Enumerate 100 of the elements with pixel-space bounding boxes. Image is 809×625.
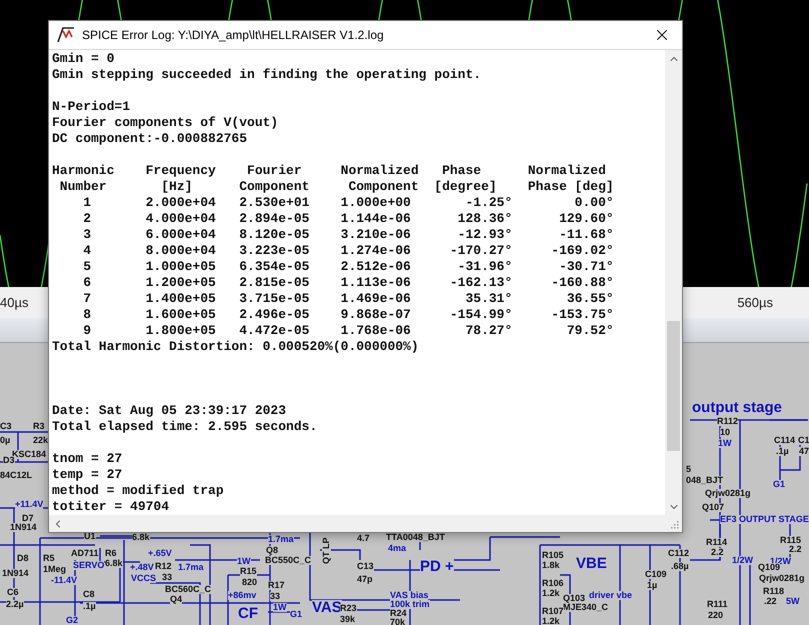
schematic-label: G1 bbox=[773, 480, 786, 489]
schematic-label: 33 bbox=[270, 592, 280, 601]
schematic-label: R115 bbox=[780, 536, 802, 545]
schematic-label: D3 bbox=[3, 456, 15, 465]
log-line: 9 1.800e+05 4.472e-05 1.768e-06 78.27° 79.52° bbox=[82, 323, 615, 339]
schematic-label: +11.4V bbox=[15, 500, 44, 509]
schematic-label: QT LP bbox=[322, 538, 331, 564]
axis-label: 560µs bbox=[737, 295, 773, 310]
schematic-label: 1µ bbox=[647, 581, 658, 590]
schematic-label: 048_BJT bbox=[686, 476, 724, 485]
log-line: 3 6.000e+04 8.120e-05 3.210e-06 -12.93° -11.68° bbox=[82, 227, 615, 243]
schematic-label: R12 bbox=[155, 562, 172, 571]
log-line: method = modified trap bbox=[52, 483, 225, 499]
schematic-label: 5 bbox=[686, 465, 692, 474]
schematic-label: 33 bbox=[162, 573, 172, 582]
schematic-label: +.48V bbox=[130, 563, 154, 572]
log-line: 2 4.000e+04 2.894e-05 1.144e-06 128.36° 129.60° bbox=[82, 211, 615, 227]
schematic-label: Qrjw0281g bbox=[759, 574, 805, 583]
schematic-heading: VAS bbox=[312, 600, 342, 615]
schematic-label: 1W bbox=[237, 557, 250, 566]
schematic-label: .68µ bbox=[671, 562, 689, 571]
schematic-label: +.65V bbox=[148, 549, 172, 558]
log-line: Number [Hz] Component Component [degree] Phase [deg] bbox=[58, 179, 615, 195]
schematic-label: R114 bbox=[706, 538, 728, 547]
schematic-label: 1.7ma bbox=[268, 535, 294, 544]
schematic-label: C3 bbox=[0, 422, 12, 431]
schematic-label: Qrjw0281g bbox=[705, 489, 751, 498]
log-line: Total Harmonic Distortion: 0.000520%(0.000000%) bbox=[52, 339, 420, 355]
schematic-label: 220 bbox=[708, 611, 724, 620]
schematic-label: Q103 bbox=[563, 594, 586, 603]
schematic-label: R106 bbox=[542, 579, 564, 588]
schematic-heading: CF bbox=[238, 606, 258, 621]
schematic-label: Q8 bbox=[266, 546, 278, 555]
scrollbar-thumb[interactable] bbox=[667, 321, 680, 451]
schematic-label: 4ma bbox=[388, 544, 406, 553]
vertical-scrollbar[interactable] bbox=[665, 50, 682, 515]
schematic-label: 10 bbox=[720, 428, 730, 437]
schematic-label: 6.8k bbox=[105, 559, 123, 568]
schematic-label: R111 bbox=[707, 600, 728, 609]
schematic-label: 1N914 bbox=[2, 569, 29, 578]
schematic-heading: PD + bbox=[420, 559, 454, 574]
schematic-label: C6 bbox=[7, 588, 19, 597]
schematic-label: BC560C_C bbox=[165, 585, 212, 594]
schematic-label: 39k bbox=[340, 615, 356, 624]
schematic-label: Q109 bbox=[758, 563, 780, 572]
schematic-label: 820 bbox=[242, 578, 258, 587]
schematic-label: 1N914 bbox=[10, 523, 37, 532]
schematic-label: BC550C_C bbox=[265, 556, 312, 565]
schematic-label: 1/2W bbox=[732, 556, 754, 565]
log-line: totiter = 49704 bbox=[52, 499, 170, 515]
schematic-label: C1 bbox=[798, 436, 809, 445]
size-grip-icon[interactable] bbox=[668, 518, 678, 528]
schematic-label: R3 bbox=[33, 422, 45, 431]
schematic-label: R5 bbox=[43, 554, 55, 563]
schematic-label: C109 bbox=[645, 570, 667, 579]
log-line: 1 2.000e+04 2.530e+01 1.000e+00 -1.25° 0.00° bbox=[82, 195, 615, 211]
schematic-label: 84C12L bbox=[0, 471, 32, 480]
log-line: Gmin stepping succeeded in finding the operating point. bbox=[52, 67, 482, 83]
horizontal-scrollbar[interactable] bbox=[49, 515, 665, 532]
schematic-label: C114 bbox=[774, 436, 796, 445]
schematic-label: 47p bbox=[357, 575, 373, 584]
window-title: SPICE Error Log: Y:\DIYA_amp\lt\HELLRAISER V1.2.log bbox=[82, 28, 385, 42]
schematic-heading: VBE bbox=[576, 556, 607, 571]
schematic-label: VCCS bbox=[131, 574, 156, 583]
schematic-label: .1µ bbox=[83, 602, 96, 611]
log-line: 5 1.000e+05 6.354e-05 2.512e-06 -31.96° -30.71° bbox=[82, 259, 615, 275]
schematic-label: 1W bbox=[718, 439, 732, 448]
schematic-label: R118 bbox=[763, 587, 784, 596]
schematic-label: VAS bias bbox=[390, 591, 428, 600]
log-line: DC component:-0.000882765 bbox=[52, 131, 248, 147]
schematic-label: 70k bbox=[390, 618, 406, 625]
schematic-label: +86mv bbox=[228, 591, 256, 600]
log-line: temp = 27 bbox=[52, 467, 124, 483]
log-line: Fourier components of V(vout) bbox=[52, 115, 280, 131]
schematic-label: R105 bbox=[542, 551, 564, 560]
log-line: Harmonic Frequency Fourier Normalized Phase Normalized bbox=[52, 163, 607, 179]
schematic-label: Q4 bbox=[170, 595, 182, 604]
schematic-label: 2.2 bbox=[711, 548, 724, 557]
schematic-label: 1.7ma bbox=[178, 563, 204, 572]
schematic-label: TTA0048_BJT bbox=[386, 533, 445, 542]
log-line: 4 8.000e+04 3.223e-05 1.274e-06 -170.27° -169.02° bbox=[82, 243, 615, 259]
schematic-label: 1.2k bbox=[542, 617, 560, 625]
schematic-label: R107 bbox=[542, 607, 564, 616]
schematic-label: 0µ bbox=[0, 436, 10, 445]
app-logo-icon bbox=[57, 27, 75, 43]
schematic-label: C13 bbox=[357, 562, 374, 571]
schematic-label: MJE340_C bbox=[563, 603, 608, 612]
schematic-label: R15 bbox=[240, 567, 257, 576]
axis-label: 40µs bbox=[0, 295, 28, 310]
schematic-label: G2 bbox=[66, 616, 78, 625]
log-line: tnom = 27 bbox=[52, 451, 124, 467]
schematic-label: 100k trim bbox=[390, 600, 430, 609]
schematic-label: C112 bbox=[668, 549, 690, 558]
schematic-label: 2.2µ bbox=[6, 600, 24, 609]
schematic-label: SERVO bbox=[73, 561, 104, 570]
schematic-label: R24 bbox=[390, 609, 407, 618]
schematic-heading: output stage bbox=[692, 400, 782, 415]
schematic-label: D8 bbox=[17, 554, 29, 563]
schematic-label: D7 bbox=[22, 514, 34, 523]
log-line: Total elapsed time: 2.595 seconds. bbox=[52, 419, 318, 435]
